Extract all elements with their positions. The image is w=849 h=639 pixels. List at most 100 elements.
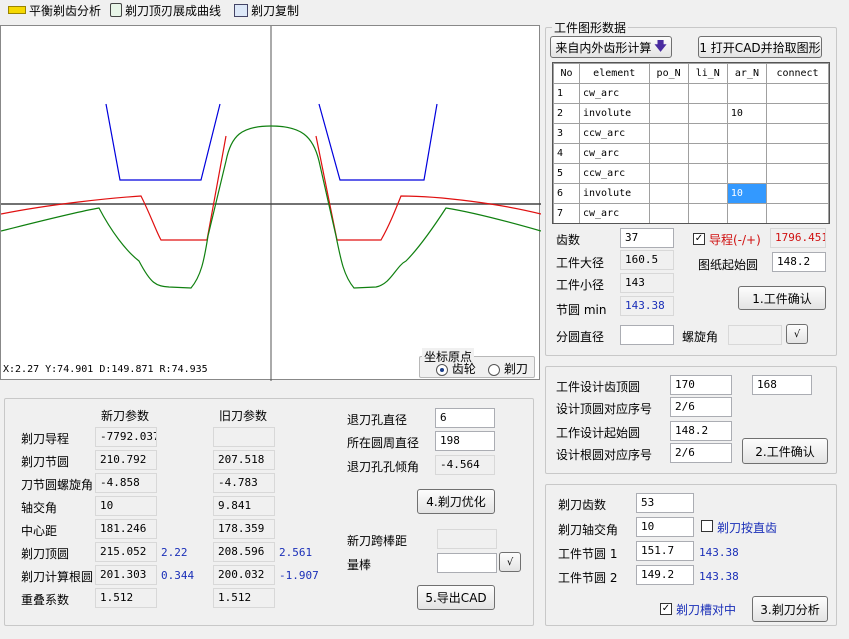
table-cell[interactable]	[687, 83, 728, 104]
table-cell[interactable]	[687, 143, 728, 164]
table-cell[interactable]: 6	[553, 183, 580, 204]
new-param-value: -7792.037	[95, 427, 157, 447]
new-param-value: 181.246	[95, 519, 157, 539]
design-tip-field-2[interactable]: 168	[752, 375, 812, 395]
start-circle-field[interactable]: 148.2	[772, 252, 826, 272]
table-cell[interactable]	[766, 143, 829, 164]
table-cell[interactable]	[648, 203, 689, 223]
sqrt-icon: √	[793, 328, 801, 340]
table-cell[interactable]	[648, 103, 689, 124]
table-cell[interactable]	[766, 203, 829, 223]
tip-seq-field[interactable]: 2/6	[670, 397, 732, 417]
pin-calc-button[interactable]: √	[499, 552, 521, 572]
blue-profile-right	[318, 103, 438, 181]
param-label: 中心距	[21, 524, 58, 538]
table-cell[interactable]	[766, 163, 829, 184]
straight-tooth-checkbox[interactable]	[701, 520, 713, 532]
table-header-cell[interactable]: li_N	[687, 63, 728, 84]
table-cell[interactable]	[648, 83, 689, 104]
table-cell[interactable]	[648, 143, 689, 164]
table-header-cell[interactable]: element	[579, 63, 650, 84]
major-dia-value: 160.5	[620, 250, 674, 270]
table-row[interactable]: 5 ccw_arc	[553, 163, 829, 184]
table-row[interactable]: 1 cw_arc	[553, 83, 829, 104]
origin-cutter-radio[interactable]: 剃刀	[488, 360, 528, 377]
copy-cutter-button[interactable]: 剃刀复制	[234, 2, 299, 18]
table-header-cell[interactable]: ar_N	[726, 63, 768, 84]
table-cell[interactable]: 3	[553, 123, 580, 144]
pitch2-field[interactable]: 149.2	[636, 565, 694, 585]
table-cell[interactable]	[687, 123, 728, 144]
table-header-cell[interactable]: No	[553, 63, 580, 84]
table-cell[interactable]	[726, 163, 768, 184]
table-cell[interactable]: 5	[553, 163, 580, 184]
table-cell[interactable]	[766, 183, 829, 204]
table-cell[interactable]	[648, 163, 689, 184]
table-cell[interactable]: 2	[553, 103, 580, 124]
tip-curve-button[interactable]: 剃刀顶刃展成曲线	[110, 2, 221, 18]
table-cell[interactable]	[687, 103, 728, 124]
table-cell[interactable]	[687, 203, 728, 223]
table-cell[interactable]	[766, 103, 829, 124]
old-param-value: 9.841	[213, 496, 275, 516]
table-cell[interactable]	[726, 203, 768, 223]
design-tip-field[interactable]: 170	[670, 375, 732, 395]
table-cell[interactable]: involute	[579, 183, 650, 204]
cutter-teeth-field[interactable]: 53	[636, 493, 694, 513]
table-cell[interactable]: cw_arc	[579, 83, 650, 104]
toolbar: 平衡剃齿分析 剃刀顶刃展成曲线 剃刀复制	[0, 0, 849, 20]
table-cell[interactable]: 4	[553, 143, 580, 164]
table-row[interactable]: 7 cw_arc	[553, 203, 829, 223]
design-start-field[interactable]: 148.2	[670, 421, 732, 441]
export-cad-button[interactable]: 5.导出CAD	[417, 585, 495, 610]
table-cell[interactable]	[648, 123, 689, 144]
table-cell[interactable]	[726, 143, 768, 164]
profile-canvas[interactable]: X:2.27 Y:74.901 D:149.871 R:74.935 坐标原点 …	[0, 25, 541, 381]
table-cell[interactable]	[726, 83, 768, 104]
center-slot-checkbox[interactable]: ✓	[660, 603, 672, 615]
confirm-workpiece-1-button[interactable]: 1.工件确认	[738, 286, 826, 310]
table-row[interactable]: 2 involute 10	[553, 103, 829, 124]
pitch1-field[interactable]: 151.7	[636, 541, 694, 561]
table-cell[interactable]	[648, 183, 689, 204]
table-cell[interactable]	[687, 183, 728, 204]
copy-icon	[234, 3, 248, 17]
calc-profile-button[interactable]: 来自内外齿形计算 🡇	[550, 36, 672, 58]
sqrt-calc-button[interactable]: √	[786, 324, 808, 344]
ref-dia-field[interactable]	[620, 325, 674, 345]
teeth-count-field[interactable]: 37	[620, 228, 674, 248]
old-param-value: -4.783	[213, 473, 275, 493]
hole-angle-value: -4.564	[435, 455, 495, 475]
analyze-cutter-button[interactable]: 3.剃刀分析	[752, 596, 828, 622]
table-cell[interactable]	[726, 123, 768, 144]
table-cell[interactable]	[687, 163, 728, 184]
table-header-cell[interactable]: po_N	[648, 63, 689, 84]
origin-gear-radio[interactable]: 齿轮	[436, 360, 476, 377]
table-row[interactable]: 3 ccw_arc	[553, 123, 829, 144]
hole-dia-field[interactable]: 6	[435, 408, 495, 428]
table-cell[interactable]: 1	[553, 83, 580, 104]
pin-field[interactable]	[437, 553, 497, 573]
table-cell[interactable]: ccw_arc	[579, 163, 650, 184]
table-cell[interactable]	[766, 83, 829, 104]
table-cell[interactable]: cw_arc	[579, 143, 650, 164]
balance-shaving-button[interactable]: 平衡剃齿分析	[8, 2, 101, 18]
table-cell[interactable]: 7	[553, 203, 580, 223]
circle-dia-field[interactable]: 198	[435, 431, 495, 451]
table-cell[interactable]: ccw_arc	[579, 123, 650, 144]
table-row[interactable]: 6 involute 10	[553, 183, 829, 204]
table-cell[interactable]: cw_arc	[579, 203, 650, 223]
table-cell[interactable]: 10	[726, 183, 768, 204]
confirm-workpiece-2-button[interactable]: 2.工件确认	[742, 438, 828, 464]
cutter-axis-field[interactable]: 10	[636, 517, 694, 537]
open-cad-button[interactable]: 1 打开CAD并拾取图形	[698, 36, 822, 58]
lead-checkbox[interactable]: ✓	[693, 233, 705, 245]
table-cell[interactable]: involute	[579, 103, 650, 124]
root-seq-field[interactable]: 2/6	[670, 443, 732, 463]
optimize-cutter-button[interactable]: 4.剃刀优化	[417, 489, 495, 514]
coordinate-readout: X:2.27 Y:74.901 D:149.871 R:74.935	[3, 364, 208, 375]
table-cell[interactable]	[766, 123, 829, 144]
table-cell[interactable]: 10	[726, 103, 768, 124]
table-row[interactable]: 4 cw_arc	[553, 143, 829, 164]
table-header-cell[interactable]: connect	[766, 63, 829, 84]
